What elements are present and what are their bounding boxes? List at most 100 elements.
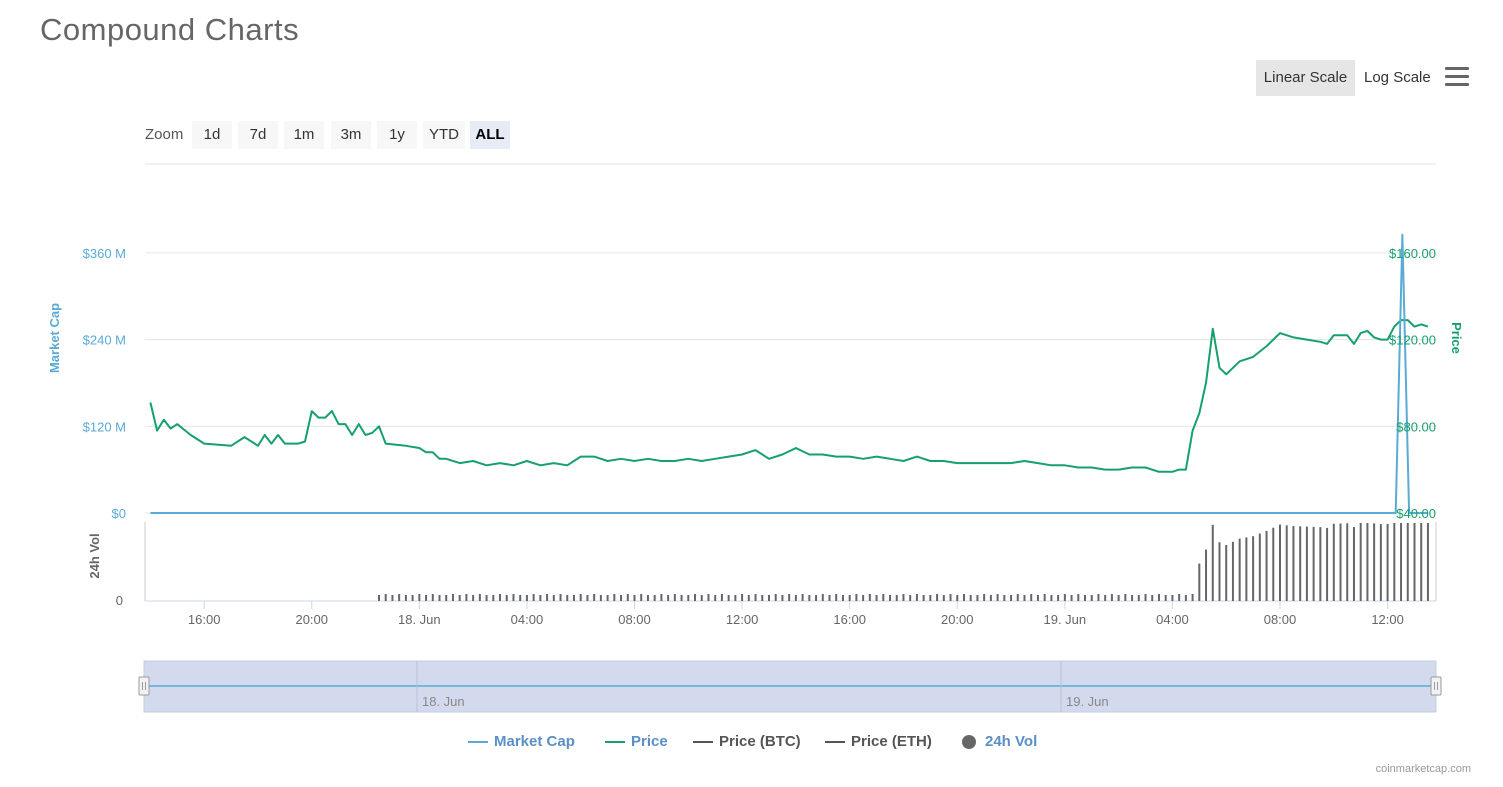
volume-bar	[915, 594, 918, 601]
volume-bar	[620, 595, 623, 601]
volume-bar	[767, 595, 770, 601]
x-axis-tick-label: 20:00	[941, 612, 974, 627]
volume-axis-title: 24h Vol	[87, 533, 102, 578]
volume-bar	[1352, 526, 1355, 601]
navigator-right-handle[interactable]	[1430, 676, 1442, 696]
volume-bar	[1339, 523, 1342, 601]
navigator-tick-label: 18. Jun	[422, 694, 465, 709]
volume-bar	[841, 595, 844, 601]
volume-bar	[700, 595, 703, 601]
credits-link[interactable]: coinmarketcap.com	[1376, 763, 1471, 775]
volume-bar	[821, 594, 824, 601]
volume-bar	[1245, 537, 1248, 601]
x-axis-tick-label: 19. Jun	[1044, 612, 1087, 627]
volume-bar	[445, 595, 448, 601]
volume-bar	[1171, 595, 1174, 601]
chart: $0 $120 M $240 M $360 M $40.00 $80.00 $120.00 $…	[47, 163, 1464, 713]
volume-bar	[599, 595, 602, 601]
volume-bar	[1265, 530, 1268, 601]
volume-bar	[566, 595, 569, 601]
x-axis-tick-label: 20:00	[295, 612, 328, 627]
volume-bar	[626, 594, 629, 601]
volume-bar	[1110, 594, 1113, 601]
volume-bar	[1157, 594, 1160, 601]
volume-bar	[855, 594, 858, 601]
volume-bar	[673, 594, 676, 601]
volume-bar	[458, 595, 461, 601]
volume-bar	[714, 595, 717, 601]
volume-bar	[1373, 523, 1376, 601]
volume-bar	[1326, 527, 1329, 601]
volume-bar	[734, 595, 737, 601]
volume-bar	[1030, 594, 1033, 601]
volume-bar	[1144, 594, 1147, 601]
volume-bar	[1272, 527, 1275, 601]
legend-label: Price (BTC)	[719, 733, 801, 750]
volume-bar	[909, 595, 912, 601]
volume-bar	[572, 595, 575, 601]
volume-bar	[1003, 595, 1006, 601]
navigator-left-handle[interactable]	[138, 676, 150, 696]
volume-bar	[1218, 542, 1221, 601]
x-axis-tick-label: 08:00	[1264, 612, 1297, 627]
volume-bar	[411, 595, 414, 601]
right-axis-tick-label: $80.00	[1396, 419, 1436, 434]
volume-bar	[781, 595, 784, 601]
volume-bar	[1285, 525, 1288, 601]
volume-bar	[640, 594, 643, 601]
volume-bar	[1164, 595, 1167, 601]
volume-bar	[1225, 544, 1228, 601]
volume-bar	[1413, 523, 1416, 601]
volume-bar	[505, 595, 508, 601]
volume-bar	[989, 595, 992, 601]
volume-bar	[1299, 526, 1302, 601]
volume-bar	[1305, 526, 1308, 601]
volume-bar	[492, 595, 495, 601]
volume-bar	[1084, 595, 1087, 601]
series-line-market-cap	[150, 233, 1428, 514]
volume-bar	[525, 595, 528, 601]
volume-bar	[774, 594, 777, 601]
volume-bar	[384, 594, 387, 601]
legend-label: Price	[631, 733, 668, 750]
volume-bar	[418, 594, 421, 601]
volume-bar	[680, 595, 683, 601]
volume-bar	[391, 595, 394, 601]
volume-bar	[727, 595, 730, 601]
volume-bar	[1198, 563, 1201, 601]
legend-symbol	[693, 741, 713, 743]
volume-bar	[808, 595, 811, 601]
volume-bar	[1137, 595, 1140, 601]
volume-bar	[377, 595, 380, 601]
volume-bar	[694, 594, 697, 601]
volume-bar	[1252, 536, 1255, 601]
series-line-price	[149, 319, 1429, 473]
volume-bar	[1366, 523, 1369, 601]
volume-bar	[667, 595, 670, 601]
volume-bar	[1050, 595, 1053, 601]
volume-bar	[902, 594, 905, 601]
volume-bar	[499, 594, 502, 601]
volume-bar	[613, 594, 616, 601]
navigator-tick-label: 19. Jun	[1066, 694, 1109, 709]
volume-bar	[996, 594, 999, 601]
volume-bar	[848, 595, 851, 601]
volume-bar	[1036, 595, 1039, 601]
volume-bar	[1386, 523, 1389, 601]
volume-bar	[1077, 594, 1080, 601]
volume-bar	[512, 594, 515, 601]
volume-bar	[1279, 524, 1282, 601]
volume-bar	[1151, 595, 1154, 601]
volume-bar	[1131, 595, 1134, 601]
volume-bar	[593, 594, 596, 601]
x-axis-tick-label: 08:00	[618, 612, 651, 627]
volume-bar	[485, 595, 488, 601]
volume-bar	[472, 595, 475, 601]
legend-label: Price (ETH)	[851, 733, 932, 750]
volume-bar	[835, 594, 838, 601]
volume-bar	[1258, 533, 1261, 601]
volume-bar	[438, 595, 441, 601]
volume-bar	[1238, 538, 1241, 601]
volume-bar	[754, 594, 757, 601]
volume-bar	[1070, 595, 1073, 601]
